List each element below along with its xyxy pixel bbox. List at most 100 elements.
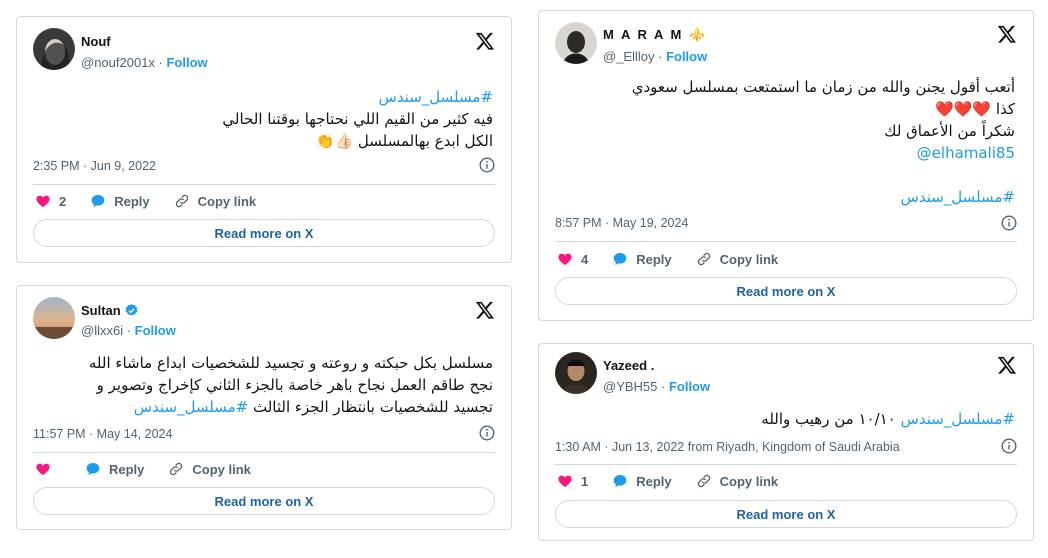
divider [555, 241, 1017, 242]
read-more-button[interactable]: Read more on X [33, 219, 495, 247]
tweet-line: شكراً من الأعماق لك [884, 122, 1015, 140]
copy-link-button[interactable]: Copy link [696, 251, 779, 267]
author-handle[interactable]: @_Ellloy [603, 49, 655, 64]
copy-link-label: Copy link [719, 251, 779, 267]
like-button[interactable]: 1 [557, 473, 588, 489]
tweet-line: كذا ❤️❤️❤️ [935, 100, 1015, 118]
divider [33, 184, 495, 185]
timestamp[interactable]: 1:30 AM · Jun 13, 2022 from Riyadh, King… [555, 440, 900, 454]
copy-link-button[interactable]: Copy link [174, 193, 257, 209]
author-handle[interactable]: @nouf2001x [81, 55, 155, 70]
reply-button[interactable]: Reply [85, 461, 144, 477]
like-button[interactable]: 4 [557, 251, 588, 267]
author-handle-row: @_Ellloy · Follow [603, 49, 708, 64]
action-bar: 2 Reply Copy link [35, 193, 280, 209]
author-handle[interactable]: @YBH55 [603, 379, 657, 394]
verified-badge-icon [125, 303, 138, 316]
x-logo-icon[interactable] [475, 300, 495, 320]
like-count: 1 [581, 473, 589, 489]
hashtag-link[interactable]: #مسلسل_سندس [134, 398, 248, 416]
avatar[interactable] [33, 297, 75, 339]
tweet-text: #مسلسل_سندس ١٠/١٠ من رهيب والله [761, 408, 1015, 430]
x-logo-icon[interactable] [997, 355, 1017, 375]
tweet-line: أتعب أقول يجنن والله من زمان ما استمتعت … [631, 78, 1015, 96]
author-name[interactable]: M A R A M ⚜️ [603, 27, 707, 43]
info-icon[interactable] [1001, 215, 1017, 231]
info-icon[interactable] [479, 425, 495, 441]
hashtag-link[interactable]: #مسلسل_سندس [632, 186, 1015, 208]
author-handle-row: @nouf2001x · Follow [81, 55, 208, 70]
author-handle[interactable]: @llxx6i [81, 323, 123, 338]
read-more-button[interactable]: Read more on X [555, 500, 1017, 528]
divider [555, 464, 1017, 465]
tweet-card: Sultan @llxx6i · Follow مسلسل بكل حبكته … [16, 285, 512, 530]
reply-bubble-icon [86, 463, 100, 475]
avatar[interactable] [555, 22, 597, 64]
tweet-line: نجح طاقم العمل نجاح باهر خاصة بالجزء الث… [96, 376, 493, 394]
action-bar: Reply Copy link [35, 461, 275, 477]
tweet-text: #مسلسل_سندس فيه كثير من القيم اللي نحتاج… [222, 86, 493, 152]
copy-link-button[interactable]: Copy link [696, 473, 779, 489]
reply-bubble-icon [91, 195, 105, 207]
follow-button[interactable]: Follow [135, 323, 176, 338]
tweet-card: Nouf @nouf2001x · Follow #مسلسل_سندس فيه… [16, 16, 512, 263]
like-count: 2 [59, 193, 67, 209]
tweet-line: الكل ابدع بهالمسلسل 👍🏻👏 [315, 132, 493, 150]
heart-icon [558, 475, 572, 487]
author-name[interactable]: Yazeed . [603, 358, 654, 373]
x-logo-icon[interactable] [475, 31, 495, 51]
hashtag-link[interactable]: #مسلسل_سندس [222, 86, 493, 108]
avatar[interactable] [555, 352, 597, 394]
divider [33, 452, 495, 453]
hashtag-link[interactable]: #مسلسل_سندس [901, 410, 1015, 428]
reply-label: Reply [109, 461, 145, 477]
like-count: 4 [581, 251, 589, 267]
follow-button[interactable]: Follow [666, 49, 707, 64]
avatar[interactable] [33, 28, 75, 70]
follow-button[interactable]: Follow [166, 55, 207, 70]
reply-label: Reply [636, 251, 672, 267]
timestamp[interactable]: 8:57 PM · May 19, 2024 [555, 216, 688, 230]
reply-bubble-icon [613, 475, 627, 487]
read-more-button[interactable]: Read more on X [555, 277, 1017, 305]
copy-link-label: Copy link [197, 193, 257, 209]
tweet-line: مسلسل بكل حبكته و روعته و تجسيد للشخصيات… [88, 354, 493, 372]
tweet-line-text: تجسيد للشخصيات بانتظار الجزء الثالث [253, 398, 493, 416]
author-handle-row: @YBH55 · Follow [603, 379, 711, 394]
copy-link-button[interactable]: Copy link [168, 461, 251, 477]
author-handle-row: @llxx6i · Follow [81, 323, 176, 338]
author-name[interactable]: Nouf [81, 34, 111, 49]
x-logo-icon[interactable] [997, 24, 1017, 44]
link-icon [170, 462, 183, 476]
reply-button[interactable]: Reply [90, 193, 150, 209]
reply-button[interactable]: Reply [612, 251, 672, 267]
tweet-card: Yazeed . @YBH55 · Follow #مسلسل_سندس ١٠/… [538, 343, 1034, 541]
tweet-text: أتعب أقول يجنن والله من زمان ما استمتعت … [632, 76, 1015, 208]
heart-icon [36, 463, 50, 475]
like-button[interactable]: 2 [35, 193, 66, 209]
info-icon[interactable] [479, 157, 495, 173]
read-more-button[interactable]: Read more on X [33, 487, 495, 515]
info-icon[interactable] [1001, 438, 1017, 454]
mention-link[interactable]: @elhamali85 [632, 142, 1015, 164]
like-button[interactable] [35, 461, 59, 477]
timestamp[interactable]: 2:35 PM · Jun 9, 2022 [33, 159, 156, 173]
link-icon [697, 252, 710, 266]
reply-button[interactable]: Reply [612, 473, 672, 489]
reply-label: Reply [114, 193, 150, 209]
tweet-text: مسلسل بكل حبكته و روعته و تجسيد للشخصيات… [89, 352, 493, 418]
copy-link-label: Copy link [192, 461, 251, 477]
action-bar: 4 Reply Copy link [557, 251, 802, 267]
timestamp[interactable]: 11:57 PM · May 14, 2024 [33, 427, 172, 441]
heart-icon [36, 195, 50, 207]
tweet-line: تجسيد للشخصيات بانتظار الجزء الثالث #مسل… [89, 396, 493, 418]
author-name-row: Sultan [81, 303, 139, 318]
tweet-line-text: ١٠/١٠ من رهيب والله [761, 410, 896, 428]
link-icon [697, 474, 710, 488]
copy-link-label: Copy link [719, 473, 779, 489]
author-name[interactable]: Sultan [81, 303, 121, 318]
follow-button[interactable]: Follow [669, 379, 710, 394]
tweet-line: فيه كثير من القيم اللي نحتاجها بوقتنا ال… [222, 110, 493, 128]
heart-icon [558, 253, 572, 265]
